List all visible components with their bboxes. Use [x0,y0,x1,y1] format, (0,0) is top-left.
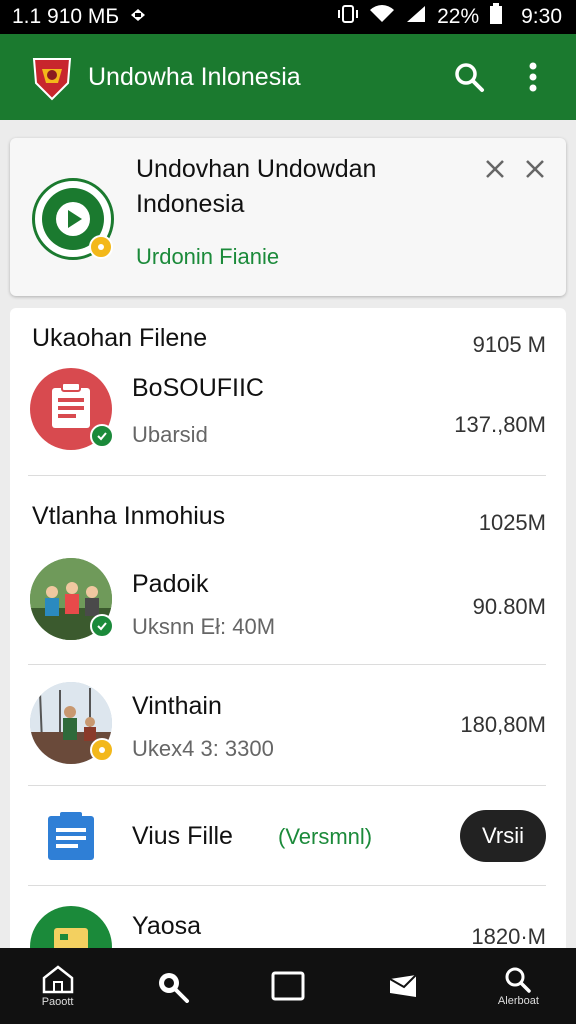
document-icon[interactable] [46,810,96,862]
document-avatar[interactable] [30,368,114,450]
search-icon [505,967,532,993]
dismiss-button[interactable] [480,154,510,186]
photo-avatar[interactable] [30,558,114,640]
play-icon [56,202,90,236]
gold-badge-icon [90,738,114,762]
mail-icon [389,974,417,997]
more-vert-icon [529,62,537,92]
divider [28,664,546,665]
photo-avatar[interactable] [30,682,114,764]
list-item-size: 137.,80M [454,412,546,437]
nav-explore[interactable] [115,948,230,1024]
section-size: 1025M [478,510,546,535]
close-icon [486,160,504,178]
file-list: Ukaohan Filene 9105 M BoSOUFIIC Ubarsid … [10,308,566,988]
search-people-icon [158,973,189,1003]
search-button[interactable] [444,52,494,102]
play-avatar[interactable] [32,178,114,260]
more-options-button[interactable] [508,52,558,102]
check-badge-icon [90,614,114,638]
list-item-size: 90.80M [472,594,546,619]
battery-icon [489,3,503,31]
list-item-subtitle: Uksnn Eł: 40M [132,614,276,639]
section-size: 9105 M [472,332,546,357]
list-item-size: 180,80M [460,712,546,737]
nav-recents[interactable] [230,948,345,1024]
check-badge-icon [90,424,114,448]
vibrate-icon [337,4,359,30]
divider [28,785,546,786]
nav-home-label: Paoott [41,996,74,1008]
status-bar: 1.1 910 МБ 22% 9:30 [0,0,576,34]
app-bar: Undowha Inlonesia [0,34,576,120]
nav-messages[interactable] [346,948,461,1024]
list-item-title[interactable]: Vius Fille [132,822,233,851]
nav-search-label: Alerboat [497,995,539,1007]
list-item-title[interactable]: BoSOUFIIC [132,374,264,403]
version-button[interactable]: Vrsii [460,810,546,862]
signal-icon [405,4,427,30]
home-icon [42,965,73,994]
list-item-title[interactable]: Padoik [132,570,208,599]
nav-home[interactable]: Paoott [0,948,115,1024]
divider [28,885,546,886]
list-item-size: 1820·M [471,924,546,949]
wifi-icon [369,4,395,30]
section-title: Vtlanha Inmohius [32,502,226,530]
section-title: Ukaohan Filene [32,324,208,352]
gold-badge-icon [89,235,113,259]
list-item-subtitle: Ukex4 3: 3300 [132,736,274,761]
list-item-title[interactable]: Vinthain [132,692,222,721]
close-button[interactable] [520,154,550,186]
close-icon [526,160,544,178]
status-notification-icon [129,5,147,29]
featured-card[interactable]: Undovhan Undowdan Indonesia Urdonin Fian… [10,138,566,296]
app-title: Undowha Inlonesia [88,62,301,91]
status-left-text: 1.1 910 МБ [12,5,120,28]
list-item-subtitle: Ubarsid [132,422,208,447]
search-icon [455,63,484,92]
featured-subtitle[interactable]: Urdonin Fianie [136,244,279,270]
version-tag: (Versmnl) [278,824,373,849]
divider [28,475,546,476]
status-time: 9:30 [521,5,562,28]
featured-title: Undovhan Undowdan Indonesia [136,155,377,218]
app-logo-icon [30,53,74,101]
battery-percent: 22% [437,5,480,28]
nav-search[interactable]: Alerboat [461,948,576,1024]
square-icon [271,971,305,1001]
bottom-nav: Paoott Alerboat [0,948,576,1024]
list-item-title[interactable]: Yaosa [132,912,201,941]
